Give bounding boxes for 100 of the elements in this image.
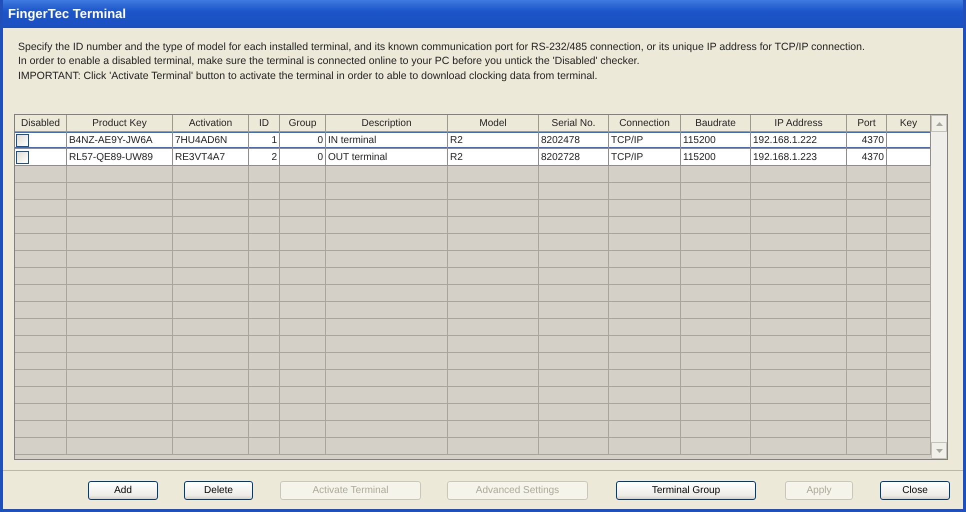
empty-cell (15, 404, 67, 421)
empty-cell (609, 387, 681, 404)
empty-cell (280, 217, 326, 234)
empty-cell (681, 336, 751, 353)
dialog-button[interactable]: Terminal Group (616, 480, 756, 500)
empty-cell (609, 183, 681, 200)
table-cell: 192.168.1.222 (751, 132, 847, 149)
empty-cell (249, 319, 280, 336)
empty-cell (280, 387, 326, 404)
column-header[interactable]: Baudrate (681, 115, 751, 132)
empty-cell (280, 421, 326, 438)
empty-cell (847, 370, 887, 387)
empty-cell (249, 302, 280, 319)
empty-cell (539, 319, 609, 336)
empty-cell (539, 353, 609, 370)
empty-cell (847, 251, 887, 268)
column-header[interactable]: Key (887, 115, 931, 132)
empty-cell (15, 217, 67, 234)
table-cell: 8202478 (539, 132, 609, 149)
empty-cell (539, 251, 609, 268)
empty-cell (847, 166, 887, 183)
empty-cell (847, 234, 887, 251)
empty-cell (609, 234, 681, 251)
scroll-up-button[interactable] (931, 115, 947, 132)
empty-cell (15, 353, 67, 370)
empty-cell (249, 234, 280, 251)
empty-cell (681, 421, 751, 438)
empty-cell (249, 336, 280, 353)
column-header[interactable]: Description (326, 115, 448, 132)
empty-cell (280, 353, 326, 370)
empty-cell (609, 336, 681, 353)
empty-cell (249, 421, 280, 438)
empty-cell (249, 183, 280, 200)
empty-cell (539, 421, 609, 438)
dialog-button[interactable]: Close (880, 480, 950, 500)
empty-cell (847, 353, 887, 370)
table-cell: B4NZ-AE9Y-JW6A (67, 132, 173, 149)
empty-cell (280, 183, 326, 200)
column-header[interactable]: Model (448, 115, 539, 132)
scroll-down-icon[interactable] (936, 448, 942, 452)
column-header[interactable]: Connection (609, 115, 681, 132)
empty-cell (681, 234, 751, 251)
empty-cell (847, 285, 887, 302)
empty-cell (847, 387, 887, 404)
column-header[interactable]: Group (280, 115, 326, 132)
empty-cell (847, 200, 887, 217)
column-header[interactable]: Activation (173, 115, 249, 132)
empty-cell (681, 166, 751, 183)
empty-cell (280, 166, 326, 183)
empty-cell (681, 217, 751, 234)
dialog-button[interactable]: Add (88, 480, 158, 500)
empty-cell (15, 438, 67, 455)
column-header[interactable]: ID (249, 115, 280, 132)
empty-cell (539, 302, 609, 319)
empty-cell (681, 183, 751, 200)
table-cell: 1 (249, 132, 280, 149)
empty-cell (847, 336, 887, 353)
empty-cell (15, 183, 67, 200)
empty-cell (280, 268, 326, 285)
empty-cell (847, 217, 887, 234)
table-cell: OUT terminal (326, 149, 448, 166)
scroll-down-button[interactable] (931, 442, 947, 459)
empty-cell (681, 438, 751, 455)
empty-cell (681, 370, 751, 387)
table-cell: 0 (280, 149, 326, 166)
empty-cell (249, 268, 280, 285)
table-cell: TCP/IP (609, 132, 681, 149)
table-cell: R2 (448, 149, 539, 166)
empty-cell (249, 217, 280, 234)
column-header[interactable]: IP Address (751, 115, 847, 132)
table-cell: RL57-QE89-UW89 (67, 149, 173, 166)
table-cell: 115200 (681, 132, 751, 149)
empty-cell (280, 336, 326, 353)
empty-cell (539, 404, 609, 421)
empty-cell (681, 251, 751, 268)
empty-cell (249, 353, 280, 370)
empty-cell (609, 370, 681, 387)
empty-cell (681, 268, 751, 285)
column-header[interactable]: Product Key (67, 115, 173, 132)
empty-cell (249, 285, 280, 302)
empty-cell (847, 268, 887, 285)
dialog-button[interactable]: Delete (184, 480, 253, 500)
scrollbar[interactable] (931, 115, 947, 459)
empty-cell (249, 200, 280, 217)
table-cell: R2 (448, 132, 539, 149)
empty-cell (280, 404, 326, 421)
empty-cell (15, 234, 67, 251)
column-header[interactable]: Disabled (15, 115, 67, 132)
empty-cell (539, 268, 609, 285)
table-cell: 0 (280, 132, 326, 149)
empty-cell (539, 183, 609, 200)
table-cell: 2 (249, 149, 280, 166)
empty-cell (15, 387, 67, 404)
column-header[interactable]: Serial No. (539, 115, 609, 132)
empty-cell (249, 387, 280, 404)
empty-cell (847, 421, 887, 438)
empty-cell (249, 404, 280, 421)
instruction-text: Specify the ID number and the type of model for each installed terminal, and its known communication port for RS-232/485 connection, or its unique IP address for TCP/IP connection. (18, 40, 866, 54)
column-header[interactable]: Port (847, 115, 887, 132)
scroll-up-icon[interactable] (936, 122, 942, 126)
